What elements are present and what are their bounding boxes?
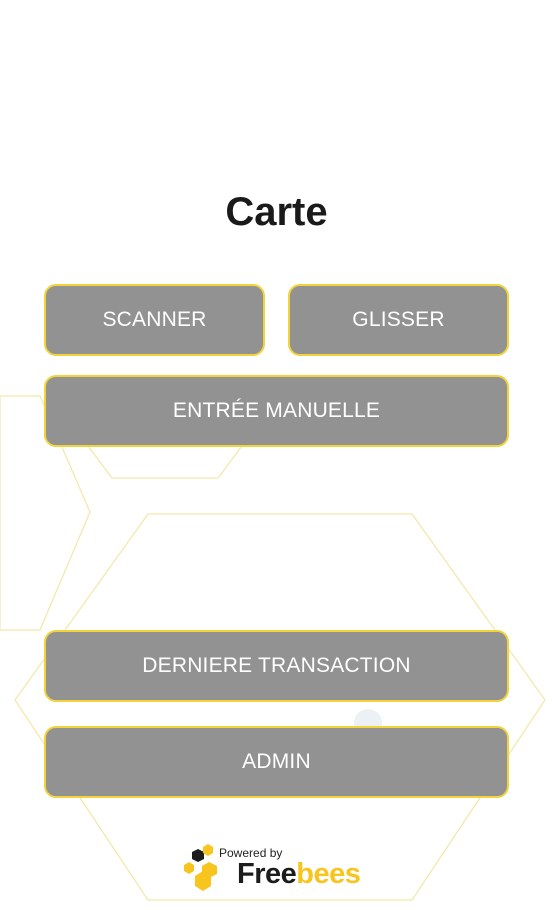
manual-entry-button-label: ENTRÉE MANUELLE <box>172 399 381 422</box>
glisser-button-label: GLISSER <box>352 308 445 331</box>
last-transaction-button[interactable]: DERNIERE TRANSACTION <box>44 630 509 702</box>
manual-entry-button[interactable]: ENTRÉE MANUELLE <box>44 375 509 447</box>
page-title: Carte <box>225 190 328 234</box>
brand-name-free: Free <box>237 858 297 890</box>
admin-button-label: ADMIN <box>242 750 311 773</box>
last-transaction-button-label: DERNIERE TRANSACTION <box>142 654 411 677</box>
glisser-button[interactable]: GLISSER <box>288 284 509 356</box>
scanner-button-label: SCANNER <box>102 308 207 331</box>
admin-button[interactable]: ADMIN <box>44 726 509 798</box>
scanner-button[interactable]: SCANNER <box>44 284 265 356</box>
card-screen: Carte SCANNER GLISSER ENTRÉE MANUELLE DE… <box>0 0 553 910</box>
brand-name-bees: bees <box>296 858 361 890</box>
freebees-logo: Powered by Freebees <box>183 844 373 894</box>
brand-name: Freebees <box>237 858 361 891</box>
